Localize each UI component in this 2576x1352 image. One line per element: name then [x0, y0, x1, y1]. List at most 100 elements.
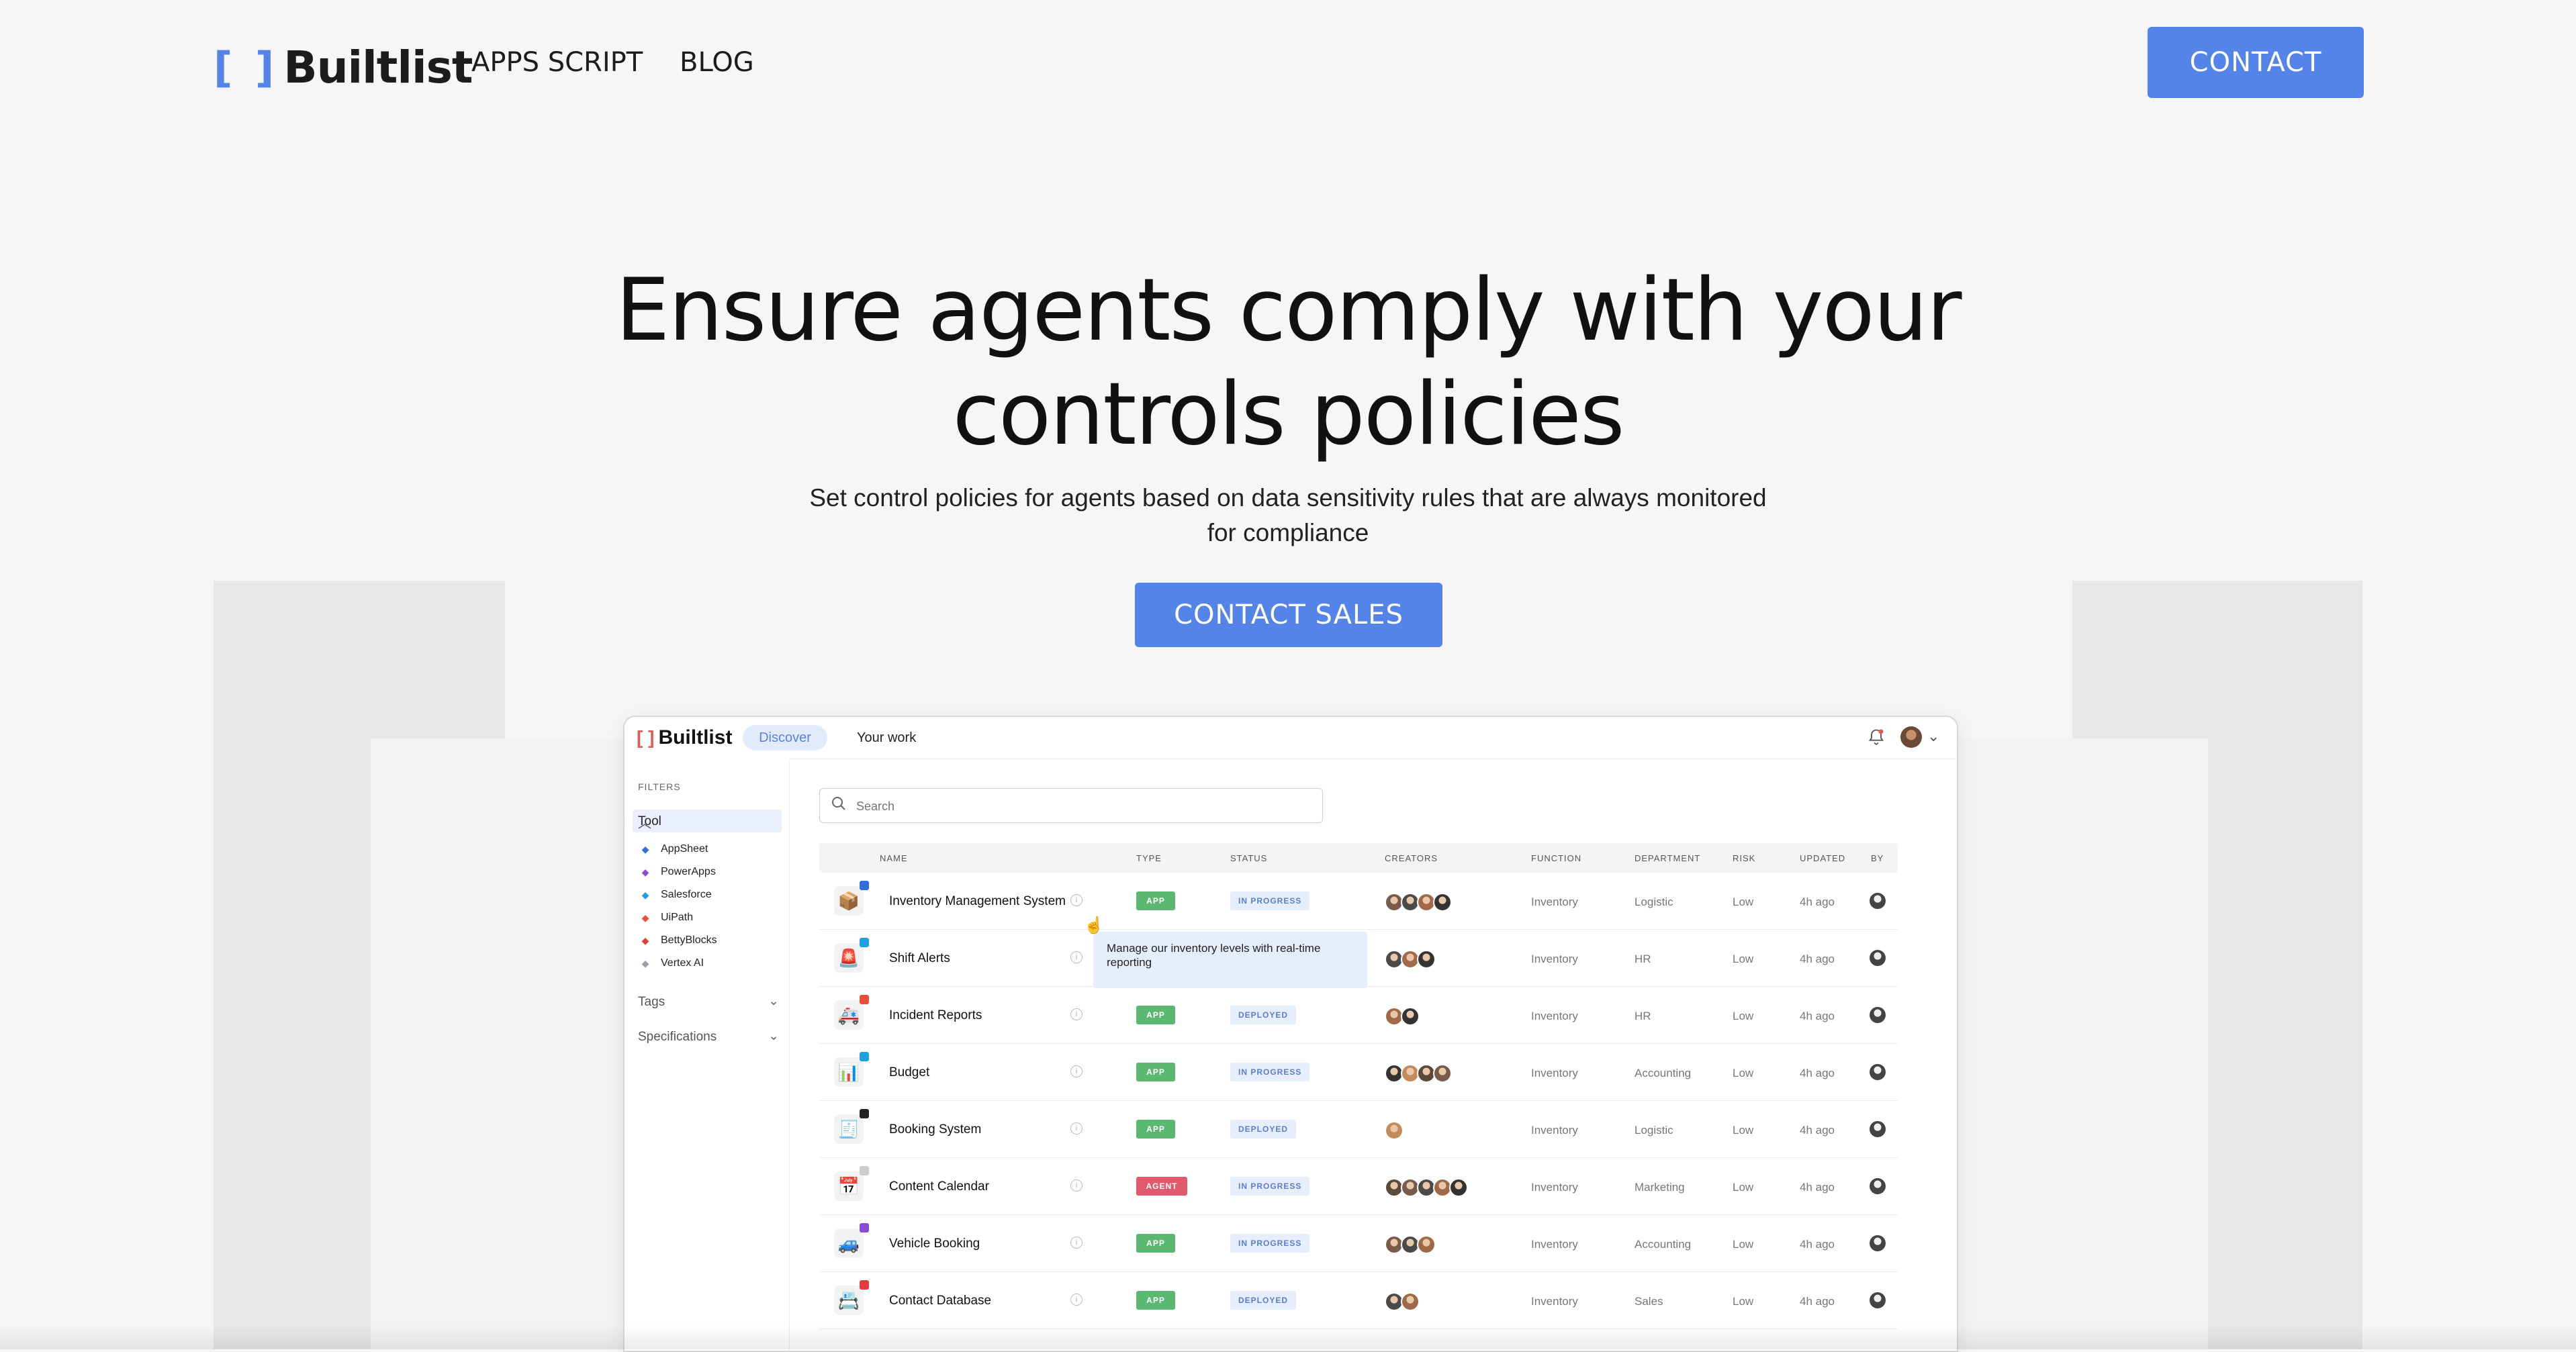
contact-sales-button[interactable]: CONTACT SALES: [1135, 583, 1442, 647]
app-name[interactable]: Incident Reports: [889, 1008, 982, 1023]
builtlist-logo[interactable]: [ ] Builtlist: [214, 42, 473, 93]
creator-avatar[interactable]: [1433, 1064, 1452, 1083]
pointer-cursor-icon: ☝: [1084, 916, 1104, 934]
app-name[interactable]: Booking System: [889, 1122, 981, 1137]
owner-avatar[interactable]: [1870, 950, 1886, 966]
risk-cell: Low: [1733, 896, 1754, 908]
filter-tool-label: Salesforce: [661, 889, 712, 900]
owner-avatar[interactable]: [1870, 1292, 1886, 1308]
table-row[interactable]: 📅 Content Calendar i AGENT IN PROGRESS Invent…: [819, 1158, 1898, 1215]
updated-cell: 4h ago: [1800, 1067, 1835, 1079]
creator-avatar[interactable]: [1417, 950, 1436, 969]
filter-tool-salesforce[interactable]: ◆ Salesforce: [639, 889, 712, 901]
table-row[interactable]: 🧾 Booking System i APP DEPLOYED Inventory Logi…: [819, 1101, 1898, 1158]
info-icon[interactable]: i: [1070, 894, 1083, 906]
table-row[interactable]: 📇 Contact Database i APP DEPLOYED Inventory Sa…: [819, 1272, 1898, 1329]
app-preview-window: [ ] Builtlist Discover Your work ⌄ FILTE…: [623, 716, 1958, 1352]
tab-your-work[interactable]: Your work: [857, 730, 916, 746]
risk-cell: Low: [1733, 1067, 1754, 1079]
table-row[interactable]: 📊 Budget i APP IN PROGRESS Inventory Accountin…: [819, 1044, 1898, 1101]
creator-avatar[interactable]: [1433, 893, 1452, 912]
filter-tool-powerapps[interactable]: ◆ PowerApps: [639, 866, 716, 878]
info-icon[interactable]: i: [1070, 1065, 1083, 1077]
creators-avatars: [1385, 1178, 1468, 1197]
updated-cell: 4h ago: [1800, 1181, 1835, 1194]
filter-tool-label: UiPath: [661, 912, 694, 923]
type-badge: APP: [1136, 1120, 1175, 1139]
app-logo[interactable]: [ ] Builtlist: [637, 726, 732, 749]
table-row[interactable]: 🚑 Incident Reports i APP DEPLOYED Inventory HR…: [819, 987, 1898, 1044]
owner-avatar[interactable]: [1870, 1121, 1886, 1137]
filter-tags-toggle[interactable]: Tags ⌄: [638, 994, 779, 1010]
info-icon[interactable]: i: [1070, 1294, 1083, 1306]
owner-avatar[interactable]: [1870, 1064, 1886, 1080]
app-name[interactable]: Shift Alerts: [889, 951, 950, 966]
column-by[interactable]: BY: [1871, 853, 1884, 863]
filter-tool-bettyblocks[interactable]: ◆ BettyBlocks: [639, 934, 717, 947]
app-name[interactable]: Contact Database: [889, 1294, 991, 1308]
filter-tool-vertex-ai[interactable]: ◆ Vertex AI: [639, 957, 704, 969]
nav-link-apps-script[interactable]: APPS SCRIPT: [471, 47, 643, 78]
table-row[interactable]: 📦 Inventory Management System i APP IN PROGR…: [819, 873, 1898, 930]
tool-badge-icon: [860, 995, 869, 1004]
app-name[interactable]: Inventory Management System: [889, 894, 1066, 909]
function-cell: Inventory: [1531, 1238, 1578, 1251]
column-function[interactable]: FUNCTION: [1531, 853, 1581, 863]
department-cell: Logistic: [1635, 896, 1673, 908]
search-field[interactable]: [819, 788, 1323, 823]
info-icon[interactable]: i: [1070, 1237, 1083, 1249]
owner-avatar[interactable]: [1870, 1235, 1886, 1251]
app-name[interactable]: Vehicle Booking: [889, 1237, 980, 1251]
info-icon[interactable]: i: [1070, 1008, 1083, 1020]
type-badge: AGENT: [1136, 1177, 1187, 1196]
creators-avatars: [1385, 1121, 1404, 1140]
app-name[interactable]: Budget: [889, 1065, 929, 1080]
filter-tool-toggle[interactable]: Tool ︿: [633, 810, 782, 832]
nav-link-blog[interactable]: BLOG: [680, 47, 754, 78]
column-type[interactable]: TYPE: [1136, 853, 1162, 863]
type-badge: APP: [1136, 1234, 1175, 1253]
app-name[interactable]: Content Calendar: [889, 1179, 989, 1194]
chevron-down-icon: ⌄: [768, 1029, 779, 1043]
column-status[interactable]: STATUS: [1230, 853, 1267, 863]
tab-discover[interactable]: Discover: [743, 725, 827, 751]
owner-avatar[interactable]: [1870, 1007, 1886, 1023]
creator-avatar[interactable]: [1401, 1292, 1420, 1311]
risk-cell: Low: [1733, 1295, 1754, 1308]
info-icon[interactable]: i: [1070, 951, 1083, 963]
creator-avatar[interactable]: [1449, 1178, 1468, 1197]
status-badge: IN PROGRESS: [1230, 1177, 1310, 1196]
filter-tool-appsheet[interactable]: ◆ AppSheet: [639, 843, 708, 855]
info-icon[interactable]: i: [1070, 1122, 1083, 1134]
creator-avatar[interactable]: [1401, 1007, 1420, 1026]
owner-avatar[interactable]: [1870, 893, 1886, 909]
filter-tool-uipath[interactable]: ◆ UiPath: [639, 912, 693, 924]
updated-cell: 4h ago: [1800, 1010, 1835, 1022]
bell-icon[interactable]: [1867, 728, 1886, 746]
risk-cell: Low: [1733, 1181, 1754, 1194]
column-creators[interactable]: CREATORS: [1385, 853, 1438, 863]
table-row[interactable]: 🚙 Vehicle Booking i APP IN PROGRESS Inventory…: [819, 1215, 1898, 1272]
info-icon[interactable]: i: [1070, 1179, 1083, 1192]
tool-badge-icon: [860, 881, 869, 890]
column-name[interactable]: NAME: [880, 853, 908, 863]
status-badge: DEPLOYED: [1230, 1006, 1297, 1024]
filter-specifications-toggle[interactable]: Specifications ⌄: [638, 1029, 779, 1045]
column-updated[interactable]: UPDATED: [1800, 853, 1845, 863]
creator-avatar[interactable]: [1417, 1235, 1436, 1254]
user-avatar[interactable]: [1900, 726, 1922, 748]
owner-avatar[interactable]: [1870, 1178, 1886, 1194]
column-risk[interactable]: RISK: [1733, 853, 1755, 863]
creator-avatar[interactable]: [1385, 1121, 1404, 1140]
app-icon: 📊: [834, 1057, 864, 1087]
status-badge: DEPLOYED: [1230, 1291, 1297, 1310]
hero-title-line-2: controls policies: [952, 365, 1624, 465]
risk-cell: Low: [1733, 1124, 1754, 1137]
column-department[interactable]: DEPARTMENT: [1635, 853, 1700, 863]
app-header: [ ] Builtlist Discover Your work ⌄: [625, 717, 1957, 759]
function-cell: Inventory: [1531, 1067, 1578, 1079]
chevron-down-icon[interactable]: ⌄: [1927, 728, 1939, 745]
contact-button[interactable]: CONTACT: [2148, 27, 2364, 98]
search-input[interactable]: [855, 795, 1301, 817]
hero-title-line-1: Ensure agents comply with your: [615, 260, 1962, 360]
